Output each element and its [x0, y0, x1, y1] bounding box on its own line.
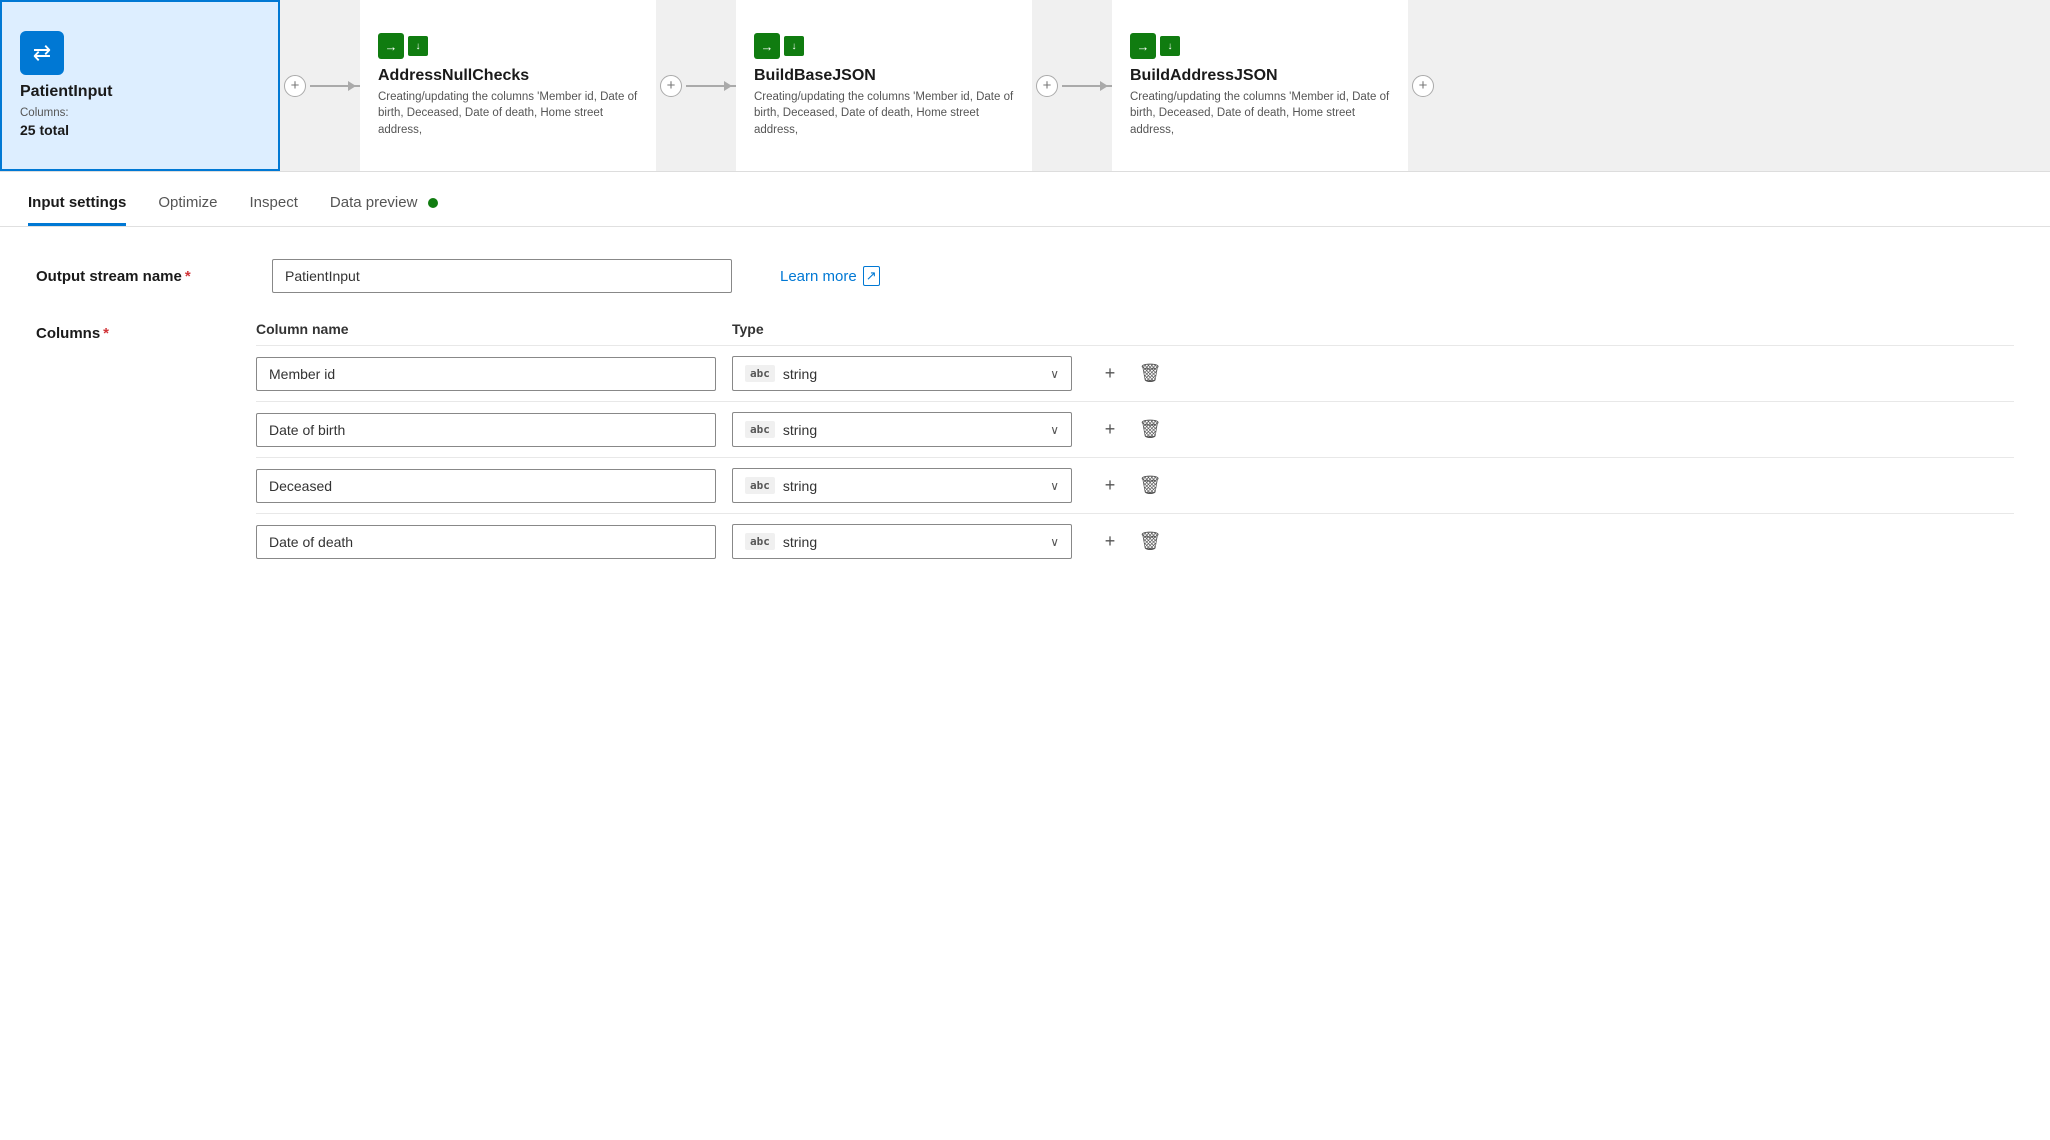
node-icon-row-4: → ↓ [1130, 33, 1390, 59]
external-link-icon: ↗ [863, 266, 880, 286]
row-actions-1: + 🗑 [1096, 360, 1164, 388]
column-name-input-1[interactable] [256, 357, 716, 391]
transform-icon-3b: ↓ [1160, 36, 1180, 56]
add-column-button-4[interactable]: + [1096, 528, 1124, 556]
node-title-2: AddressNullChecks [378, 67, 638, 85]
connector-2 [686, 85, 736, 87]
columns-label: Columns* [36, 321, 256, 342]
chevron-down-icon: ∨ [1050, 423, 1059, 437]
table-row: abc string ∨ + 🗑 [256, 457, 2014, 513]
type-header: Type [732, 321, 1072, 337]
type-dropdown-3[interactable]: abc string ∨ [732, 468, 1072, 503]
required-star-1: * [185, 268, 191, 285]
type-badge-1: abc [745, 365, 775, 382]
type-dropdown-1[interactable]: abc string ∨ [732, 356, 1072, 391]
delete-column-button-2[interactable]: 🗑 [1136, 416, 1164, 444]
row-actions-3: + 🗑 [1096, 472, 1164, 500]
node-icon-row-3: → ↓ [754, 33, 1014, 59]
columns-section: Columns* Column name Type abc [36, 321, 2014, 569]
row-actions-2: + 🗑 [1096, 416, 1164, 444]
delete-column-button-1[interactable]: 🗑 [1136, 360, 1164, 388]
column-name-input-3[interactable] [256, 469, 716, 503]
type-dropdown-2[interactable]: abc string ∨ [732, 412, 1072, 447]
add-column-button-3[interactable]: + [1096, 472, 1124, 500]
delete-column-button-3[interactable]: 🗑 [1136, 472, 1164, 500]
pipeline-node-build-address-json[interactable]: → ↓ BuildAddressJSON Creating/updating t… [1112, 0, 1438, 171]
add-after-node-4-button[interactable]: + [1412, 75, 1434, 97]
add-column-button-2[interactable]: + [1096, 416, 1124, 444]
type-dropdown-4[interactable]: abc string ∨ [732, 524, 1072, 559]
pipeline-header: ⇄ PatientInput Columns: 25 total + → ↓ A… [0, 0, 2050, 172]
transform-icon-2: → [754, 33, 780, 59]
required-star-2: * [103, 325, 109, 342]
node-title-4: BuildAddressJSON [1130, 67, 1390, 85]
tabs-bar: Input settings Optimize Inspect Data pre… [0, 180, 2050, 227]
type-value-1: string [783, 366, 817, 382]
transform-icon-1: → [378, 33, 404, 59]
tab-inspect[interactable]: Inspect [250, 180, 298, 226]
transform-icon-3: → [1130, 33, 1156, 59]
output-stream-input[interactable] [272, 259, 732, 293]
chevron-down-icon: ∨ [1050, 479, 1059, 493]
row-actions-4: + 🗑 [1096, 528, 1164, 556]
type-badge-2: abc [745, 421, 775, 438]
type-value-3: string [783, 478, 817, 494]
add-column-button-1[interactable]: + [1096, 360, 1124, 388]
main-content: Output stream name* Learn more ↗ Columns… [0, 227, 2050, 601]
table-row: abc string ∨ + 🗑 [256, 401, 2014, 457]
tab-input-settings[interactable]: Input settings [28, 180, 126, 226]
node-subtitle: Columns: 25 total [20, 105, 260, 141]
node-icon-row-2: → ↓ [378, 33, 638, 59]
type-value-4: string [783, 534, 817, 550]
tab-optimize[interactable]: Optimize [158, 180, 217, 226]
column-name-input-4[interactable] [256, 525, 716, 559]
connector-3 [1062, 85, 1112, 87]
node-icon-row: ⇄ [20, 31, 260, 75]
column-name-input-2[interactable] [256, 413, 716, 447]
pipeline-node-patient-input[interactable]: ⇄ PatientInput Columns: 25 total + [0, 0, 310, 171]
node-title-3: BuildBaseJSON [754, 67, 1014, 85]
type-value-2: string [783, 422, 817, 438]
type-badge-4: abc [745, 533, 775, 550]
node-title: PatientInput [20, 83, 260, 101]
node-desc-2: Creating/updating the columns 'Member id… [378, 89, 638, 137]
node-desc-3: Creating/updating the columns 'Member id… [754, 89, 1014, 137]
type-badge-3: abc [745, 477, 775, 494]
pipeline-node-address-null-checks[interactable]: → ↓ AddressNullChecks Creating/updating … [360, 0, 686, 171]
table-row: abc string ∨ + 🗑 [256, 513, 2014, 569]
column-name-header: Column name [256, 321, 716, 337]
data-preview-dot [428, 198, 438, 208]
learn-more-link[interactable]: Learn more ↗ [780, 266, 880, 286]
columns-list: abc string ∨ + 🗑 [256, 345, 2014, 569]
chevron-down-icon: ∨ [1050, 367, 1059, 381]
tab-data-preview[interactable]: Data preview [330, 180, 438, 226]
delete-column-button-4[interactable]: 🗑 [1136, 528, 1164, 556]
add-after-node-button[interactable]: + [284, 75, 306, 97]
chevron-down-icon: ∨ [1050, 535, 1059, 549]
node-desc-4: Creating/updating the columns 'Member id… [1130, 89, 1390, 137]
transform-icon-1b: ↓ [408, 36, 428, 56]
connector-1 [310, 85, 360, 87]
output-stream-row: Output stream name* Learn more ↗ [36, 259, 2014, 293]
pipeline-node-build-base-json[interactable]: → ↓ BuildBaseJSON Creating/updating the … [736, 0, 1062, 171]
add-after-node-2-button[interactable]: + [660, 75, 682, 97]
add-after-node-3-button[interactable]: + [1036, 75, 1058, 97]
output-stream-label: Output stream name* [36, 268, 256, 285]
source-icon: ⇄ [20, 31, 64, 75]
transform-icon-2b: ↓ [784, 36, 804, 56]
table-row: abc string ∨ + 🗑 [256, 345, 2014, 401]
